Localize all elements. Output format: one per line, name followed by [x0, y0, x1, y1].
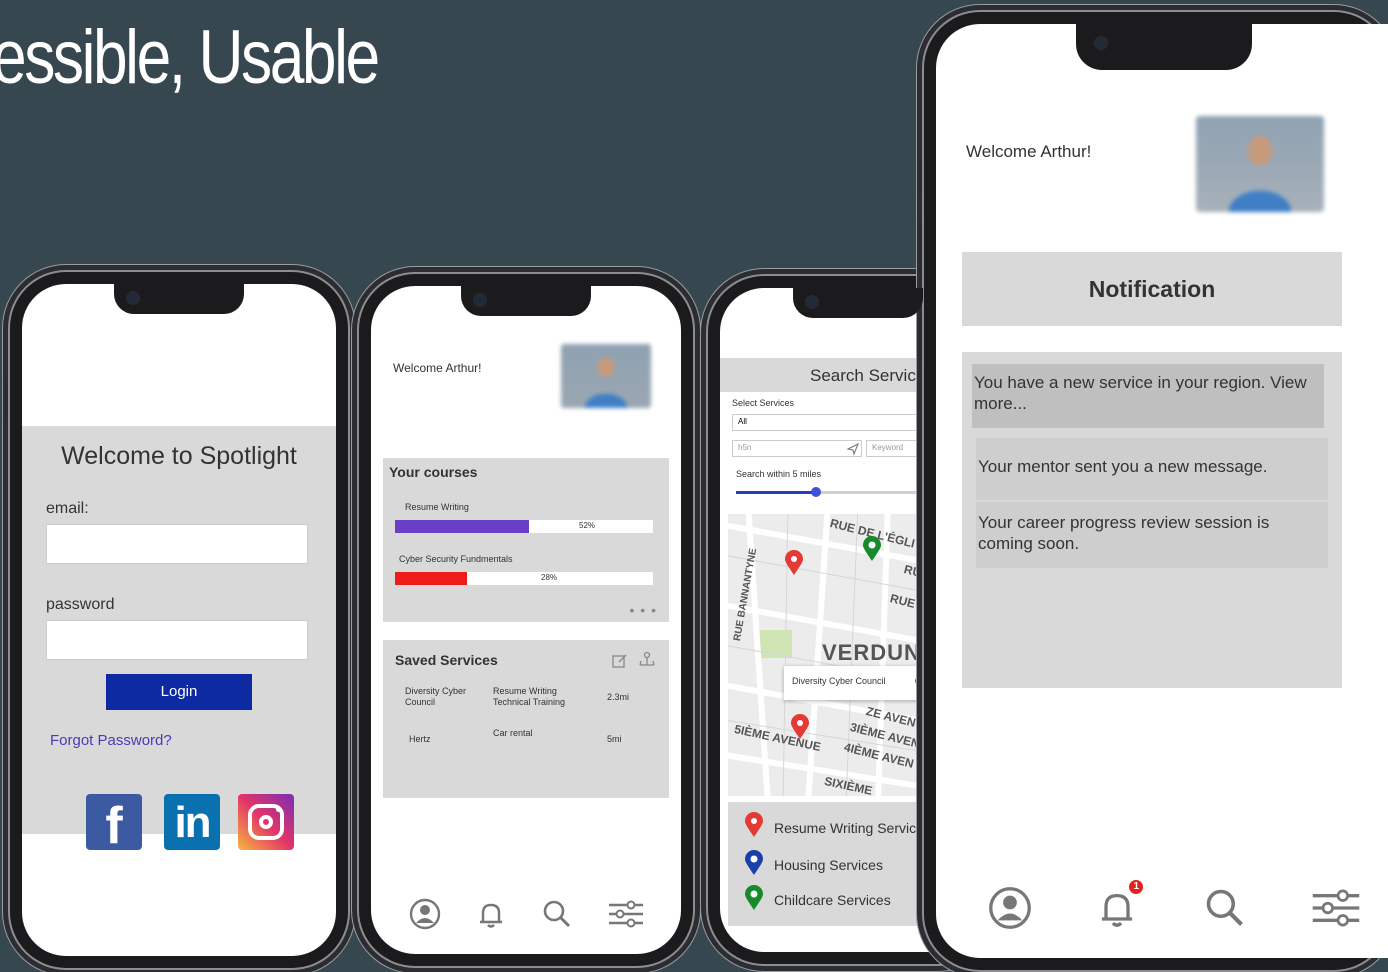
map-pin-blue-icon [745, 850, 763, 875]
course-name: Resume Writing [405, 502, 469, 512]
login-title: Welcome to Spotlight [61, 442, 297, 470]
avatar[interactable] [561, 344, 651, 408]
bell-icon[interactable] [475, 898, 507, 930]
facebook-icon[interactable]: f [86, 794, 142, 855]
legend-item[interactable]: Housing Services [774, 857, 883, 873]
map-popup-label: Diversity Cyber Council [792, 676, 886, 686]
radius-slider-fill [736, 491, 816, 494]
courses-panel: Your courses Resume Writing 52% Cyber Se… [383, 458, 669, 622]
welcome-text: Welcome Arthur! [393, 361, 482, 375]
bottom-nav [409, 898, 645, 930]
notification-screen: Welcome Arthur! Notification You have a … [936, 24, 1388, 958]
map-pin-red[interactable] [784, 550, 804, 576]
course-progress-fill [395, 572, 468, 585]
login-panel: Welcome to Spotlight email: password Log… [22, 426, 336, 855]
map-pin-green-icon [745, 885, 763, 910]
map-pin-green[interactable] [862, 536, 882, 562]
instagram-icon[interactable] [238, 794, 294, 850]
saved-services-title: Saved Services [395, 652, 498, 668]
email-field[interactable] [46, 524, 308, 564]
notification-list: You have a new service in your region. V… [962, 352, 1342, 688]
service-distance: 2.3mi [607, 692, 630, 702]
map-pin-red-icon [745, 812, 763, 837]
map[interactable]: RUE DE L'ÉGLI RUE BANNANTYNE RU RUE VERD… [728, 514, 928, 796]
service-select[interactable]: All [732, 414, 932, 431]
legend-item[interactable]: Childcare Services [774, 892, 891, 908]
notification-item[interactable]: Your mentor sent you a new message. [976, 438, 1328, 500]
course-progress-fill [395, 520, 530, 533]
notification-item[interactable]: Your career progress review session is c… [976, 502, 1328, 568]
search-icon[interactable] [1203, 886, 1247, 930]
search-title: Search Servic [810, 366, 916, 385]
search-icon[interactable] [541, 898, 573, 930]
phone-notifications: Welcome Arthur! Notification You have a … [919, 10, 1388, 972]
more-icon[interactable]: • • • [630, 602, 657, 618]
radius-slider-handle[interactable] [811, 487, 821, 497]
map-district-label: VERDUN [822, 640, 921, 665]
profile-icon[interactable] [988, 886, 1032, 930]
location-input[interactable]: h5n [732, 440, 862, 457]
email-label: email: [46, 500, 89, 517]
service-org: Hertz [409, 734, 431, 744]
forgot-password-link[interactable]: Forgot Password? [50, 732, 172, 749]
radius-label: Search within 5 miles [736, 469, 822, 479]
login-button[interactable]: Login [106, 674, 252, 710]
filter-icon[interactable] [1310, 886, 1362, 930]
course-progress-bar[interactable]: 28% [395, 572, 653, 585]
password-label: password [46, 596, 115, 613]
edit-icon[interactable] [611, 652, 629, 670]
login-screen: Welcome to Spotlight email: password Log… [22, 284, 336, 956]
course-name: Cyber Security Fundmentals [399, 554, 513, 564]
notification-title: Notification [962, 252, 1342, 326]
filter-icon[interactable] [607, 898, 645, 930]
course-progress-label: 52% [579, 521, 596, 530]
phone-home: Welcome Arthur! Your courses Resume Writ… [357, 272, 695, 968]
map-legend: Resume Writing Servic Housing Services C… [728, 802, 938, 926]
radius-slider[interactable] [736, 487, 936, 497]
service-name: Car rental [493, 728, 533, 738]
linkedin-icon[interactable]: in [164, 794, 220, 850]
service-name: Resume Writing Technical Training [493, 686, 566, 707]
map-pin-red[interactable] [790, 714, 810, 740]
saved-services-panel: Saved Services Diversity Cyber Council R… [383, 640, 669, 798]
service-distance: 5mi [607, 734, 622, 744]
course-progress-bar[interactable]: 52% [395, 520, 653, 533]
home-screen: Welcome Arthur! Your courses Resume Writ… [371, 286, 681, 954]
notification-badge: 1 [1129, 880, 1144, 894]
locate-icon[interactable] [846, 442, 860, 456]
courses-title: Your courses [389, 464, 478, 480]
phone-login: Welcome to Spotlight email: password Log… [5, 270, 350, 970]
service-org: Diversity Cyber Council [405, 686, 467, 707]
password-field[interactable] [46, 620, 308, 660]
select-services-label: Select Services [732, 398, 795, 408]
bottom-nav: 1 [988, 880, 1362, 930]
notification-item[interactable]: You have a new service in your region. V… [972, 364, 1324, 428]
legend-item[interactable]: Resume Writing Servic [774, 820, 916, 836]
slide-title: essible, Usable [0, 15, 380, 100]
pin-icon[interactable] [637, 650, 657, 670]
avatar[interactable] [1196, 116, 1324, 212]
profile-icon[interactable] [409, 898, 441, 930]
map-popup[interactable]: Diversity Cyber Council [784, 666, 928, 700]
bell-button[interactable]: 1 [1095, 880, 1144, 930]
welcome-text: Welcome Arthur! [966, 142, 1092, 161]
course-progress-label: 28% [541, 573, 558, 582]
